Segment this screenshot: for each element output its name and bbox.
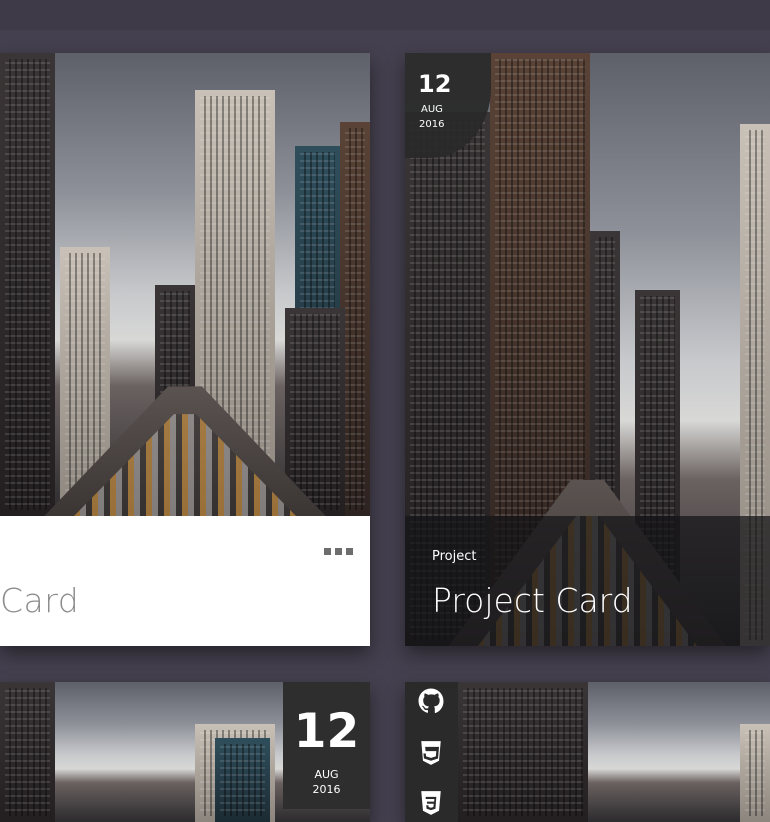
html5-icon[interactable] — [418, 740, 444, 766]
date-card[interactable]: 12 AUG 2016 — [0, 682, 370, 822]
project-card[interactable]: 12 AUG 2016 Project Project Card — [405, 53, 770, 646]
github-icon[interactable] — [418, 688, 444, 714]
date-day: 12 — [293, 704, 360, 759]
card-subtitle: Project — [432, 549, 477, 564]
css3-icon[interactable] — [418, 790, 444, 816]
icon-card[interactable] — [405, 682, 770, 822]
card-title: Card — [0, 581, 80, 620]
date-year: 2016 — [312, 783, 341, 796]
date-month: AUG — [314, 768, 339, 781]
card-image — [0, 53, 370, 516]
date-badge: 12 AUG 2016 — [283, 682, 370, 809]
more-dots-icon[interactable] — [324, 548, 353, 555]
card-basic[interactable]: Card — [0, 53, 370, 646]
date-day: 12 — [418, 70, 452, 98]
card-title[interactable]: Project Card — [432, 581, 633, 620]
tech-icon-bar — [405, 682, 458, 822]
top-bar — [0, 0, 770, 30]
card-image — [405, 682, 770, 822]
date-year: 2016 — [419, 119, 445, 130]
date-month: AUG — [421, 104, 443, 115]
